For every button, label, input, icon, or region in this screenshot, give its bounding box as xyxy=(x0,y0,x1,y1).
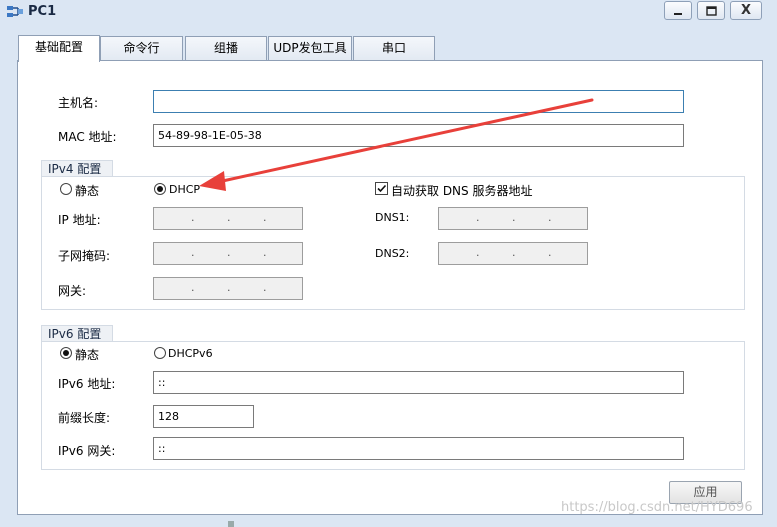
auto-dns-checkbox[interactable] xyxy=(375,182,388,195)
ipv6-section-title: IPv6 配置 xyxy=(41,325,113,342)
ipv4-section-title: IPv4 配置 xyxy=(41,160,113,177)
ipv6-gateway-label: IPv6 网关: xyxy=(58,444,116,458)
hostname-label: 主机名: xyxy=(58,96,99,110)
window-title: PC1 xyxy=(28,4,57,19)
subnet-mask-field[interactable]: ... xyxy=(153,242,303,265)
close-label: X xyxy=(740,3,752,18)
ipv4-static-label: 静态 xyxy=(75,184,100,198)
ipv4-dhcp-radio[interactable] xyxy=(154,183,166,195)
gateway-field[interactable]: ... xyxy=(153,277,303,300)
ipv6-dhcp-radio[interactable] xyxy=(154,347,166,359)
maximize-button[interactable] xyxy=(697,1,725,20)
ipv6-dhcp-label: DHCPv6 xyxy=(168,347,213,360)
ipv6-ip-label: IPv6 地址: xyxy=(58,377,116,391)
ipv6-static-label: 静态 xyxy=(75,348,100,362)
tab-multicast[interactable]: 组播 xyxy=(185,36,267,61)
maximize-icon xyxy=(705,5,717,16)
tab-udp-tool[interactable]: UDP发包工具 xyxy=(268,36,352,61)
network-pc-icon xyxy=(7,6,23,17)
dns2-field[interactable]: ... xyxy=(438,242,588,265)
ipv4-dhcp-label: DHCP xyxy=(169,183,201,196)
minimize-button[interactable] xyxy=(664,1,692,20)
subnet-mask-label: 子网掩码: xyxy=(58,249,111,263)
dns1-label: DNS1: xyxy=(375,211,410,224)
ipv4-ip-field[interactable]: ... xyxy=(153,207,303,230)
ipv6-gateway-field[interactable]: :: xyxy=(153,437,684,460)
ipv6-static-radio[interactable] xyxy=(60,347,72,359)
tab-serial[interactable]: 串口 xyxy=(353,36,435,61)
dns2-label: DNS2: xyxy=(375,247,410,260)
check-icon xyxy=(377,184,387,193)
prefix-length-field[interactable]: 128 xyxy=(153,405,254,428)
pc1-window: PC1 X 基础配置 命令行 组播 UDP发包工具 串口 主机名: MAC 地址… xyxy=(0,0,777,527)
close-button[interactable]: X xyxy=(730,1,762,20)
ipv4-ip-label: IP 地址: xyxy=(58,213,101,227)
dns1-field[interactable]: ... xyxy=(438,207,588,230)
hostname-input[interactable] xyxy=(153,90,684,113)
auto-dns-label: 自动获取 DNS 服务器地址 xyxy=(391,184,533,198)
watermark-text: https://blog.csdn.net/HYD696 xyxy=(561,500,753,515)
mac-label: MAC 地址: xyxy=(58,130,117,144)
ipv4-static-radio[interactable] xyxy=(60,183,72,195)
resize-grip xyxy=(228,521,234,527)
mac-address-field: 54-89-98-1E-05-38 xyxy=(153,124,684,147)
tab-command-line[interactable]: 命令行 xyxy=(100,36,183,61)
minimize-icon xyxy=(674,12,682,15)
tab-basic-config[interactable]: 基础配置 xyxy=(18,35,100,62)
prefix-length-label: 前缀长度: xyxy=(58,411,111,425)
title-bar[interactable]: PC1 X xyxy=(0,0,777,24)
ipv6-ip-field[interactable]: :: xyxy=(153,371,684,394)
gateway-label: 网关: xyxy=(58,284,87,298)
